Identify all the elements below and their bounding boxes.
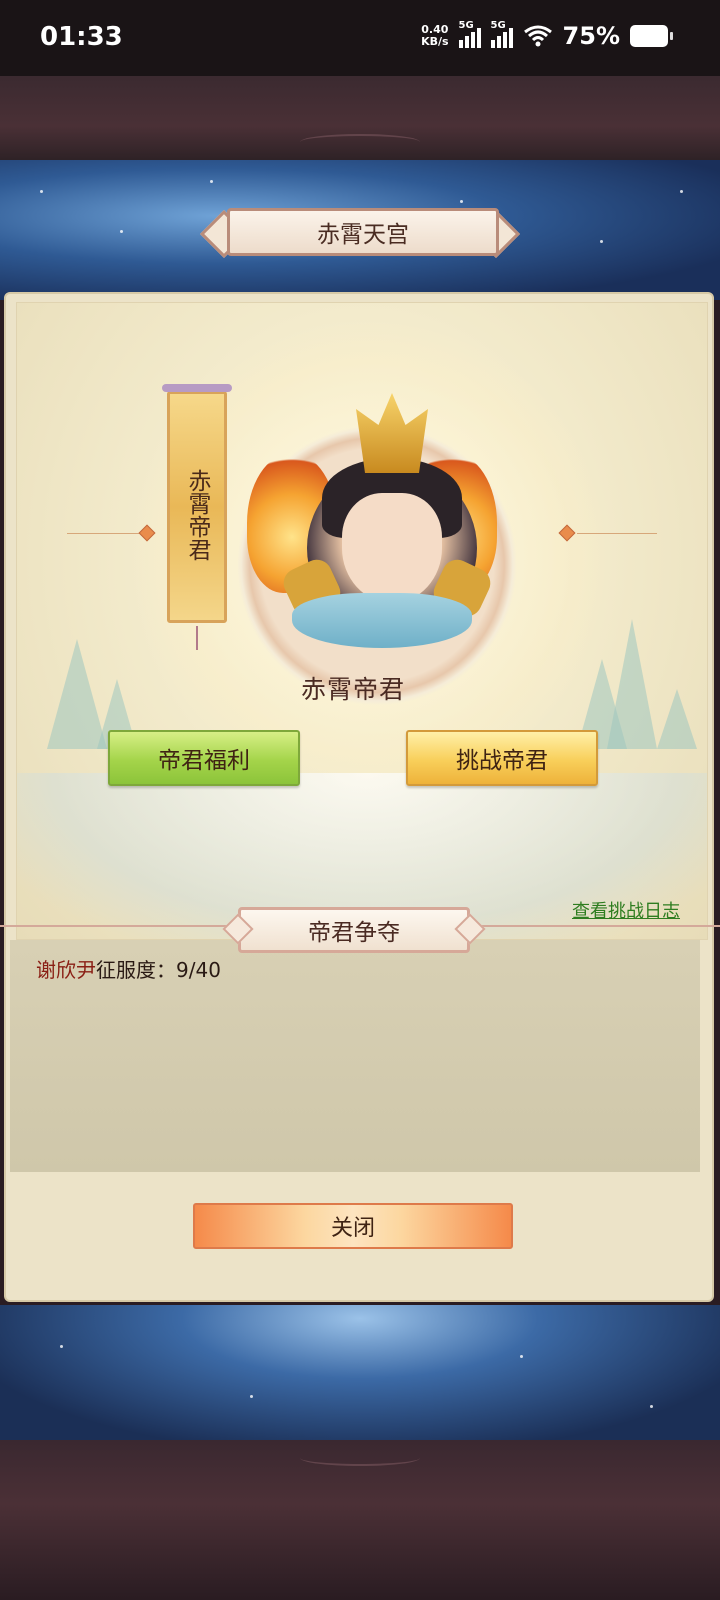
ornament-line (67, 533, 147, 534)
banner-text: 赤霄帝君 (184, 469, 210, 561)
hero-scene: 赤霄帝君 (16, 302, 708, 940)
signal-type-label: 5G (490, 20, 506, 31)
portrait-face (342, 493, 442, 603)
signal-type-label: 5G (458, 20, 474, 31)
conquest-value: 9/40 (176, 958, 221, 982)
top-frame (0, 76, 720, 160)
banner-rod (162, 384, 232, 392)
conquest-status: 谢欣尹征服度：9/40 (36, 954, 221, 983)
challenge-emperor-button[interactable]: 挑战帝君 (406, 730, 598, 786)
wifi-icon (523, 25, 552, 47)
battery-percent: 75% (562, 22, 620, 50)
bottom-frame (0, 1440, 720, 1600)
banner-tassel (196, 626, 198, 650)
view-challenge-log-link[interactable]: 查看挑战日志 (572, 897, 680, 923)
close-button[interactable]: 关闭 (193, 1203, 513, 1249)
status-bar: 01:33 0.40 KB/s 5G 5G 75% (0, 0, 720, 76)
conquest-label: 征服度： (96, 958, 176, 982)
network-speed-unit: KB/s (421, 35, 449, 48)
conqueror-name: 谢欣尹 (36, 958, 96, 982)
battery-icon (630, 25, 673, 47)
signal-icon: 5G (458, 20, 481, 48)
signal-icon: 5G (490, 20, 513, 48)
section-title: 帝君争夺 (238, 907, 470, 953)
ornament-line (577, 533, 657, 534)
status-time: 01:33 (40, 22, 123, 52)
status-icons: 0.40 KB/s 5G 5G 75% (421, 20, 673, 50)
title-plaque: 赤霄天宫 (199, 208, 521, 259)
cloud-pedestal (292, 593, 472, 648)
page-title: 赤霄天宫 (227, 208, 499, 256)
title-banner: 赤霄帝君 (162, 384, 232, 650)
sky-background-bottom (0, 1305, 720, 1440)
network-speed: 0.40 KB/s (421, 24, 448, 48)
emperor-name: 赤霄帝君 (300, 675, 405, 704)
emperor-welfare-button[interactable]: 帝君福利 (108, 730, 300, 786)
emperor-portrait (247, 393, 497, 648)
